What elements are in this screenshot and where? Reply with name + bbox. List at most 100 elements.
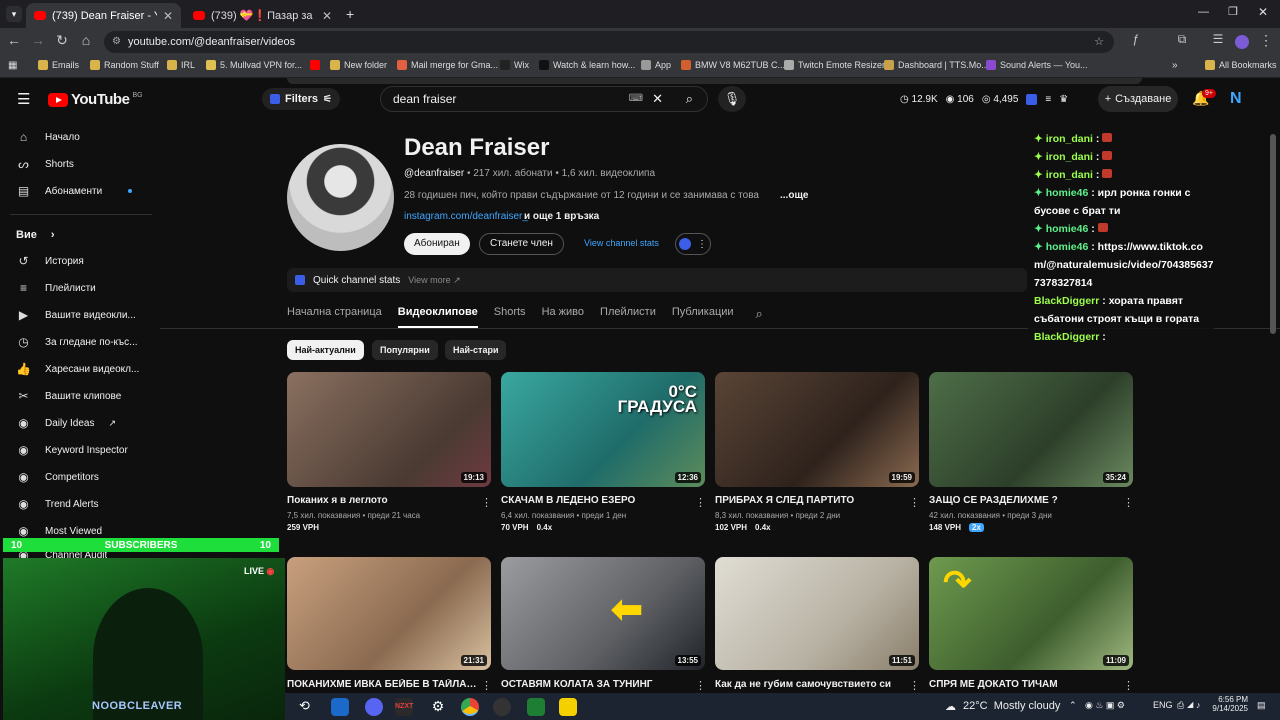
bookmark-item[interactable]: Dashboard | TTS.Mo... [884, 60, 989, 70]
browser-tab-active[interactable]: (739) Dean Fraiser - YouTube ✕ [26, 3, 181, 28]
trophy-icon[interactable]: ♛ [1059, 94, 1068, 105]
voice-search-icon[interactable]: 🎙 [718, 86, 746, 112]
subscribed-button[interactable]: Абониран [404, 233, 470, 255]
sidebar-item-subscriptions[interactable]: ▤ Абонаменти [16, 178, 152, 204]
bookmark-item[interactable]: Emails [38, 60, 79, 70]
video-thumbnail[interactable]: 19:59 [715, 372, 919, 487]
video-menu-icon[interactable]: ⋮ [481, 496, 492, 509]
video-thumbnail[interactable]: ↷ 11:09 [929, 557, 1133, 670]
all-bookmarks[interactable]: All Bookmarks [1205, 60, 1277, 70]
video-menu-icon[interactable]: ⋮ [909, 496, 920, 509]
url-bar[interactable]: ⚙ youtube.com/@deanfraiser/videos ☆ [104, 31, 1114, 53]
video-menu-icon[interactable]: ⋮ [1123, 496, 1134, 509]
video-title[interactable]: ЗАЩО СЕ РАЗДЕЛИХМЕ ? [929, 495, 1119, 506]
sidebar-item-watch-later[interactable]: ◷ За гледане по-къс... [16, 329, 152, 355]
weather-icon[interactable]: ☁ [945, 700, 956, 713]
weather-widget[interactable]: 22°C Mostly cloudy [963, 700, 1060, 712]
obs-icon[interactable] [493, 698, 511, 716]
video-card[interactable]: 0°C ГРАДУСА 12:36 СКАЧАМ В ЛЕДЕНО ЕЗЕРО … [501, 372, 705, 532]
bookmark-item[interactable]: BMW V8 M62TUB C... [681, 60, 785, 70]
notification-center-icon[interactable]: ▤ [1257, 700, 1266, 711]
tab-videos[interactable]: Видеоклипове [397, 306, 478, 328]
tray-overflow-icon[interactable]: ⌃ [1069, 700, 1077, 711]
video-menu-icon[interactable]: ⋮ [1123, 679, 1134, 692]
tab-playlists[interactable]: Плейлисти [600, 306, 656, 328]
clock[interactable]: 6:56 PM 9/14/2025 [1202, 695, 1248, 713]
bookmark-item[interactable]: App [641, 60, 671, 70]
video-thumbnail[interactable]: 0°C ГРАДУСА 12:36 [501, 372, 705, 487]
sidebar-item-history[interactable]: ↺ История [16, 248, 152, 274]
vidiq-channel-button[interactable]: ⋮ [675, 233, 711, 255]
keyboard-icon[interactable]: ⌨ [629, 87, 643, 111]
channel-avatar[interactable] [287, 144, 394, 251]
video-menu-icon[interactable]: ⋮ [695, 496, 706, 509]
sidebar-item-keyword-inspector[interactable]: ◉ Keyword Inspector [16, 437, 152, 463]
bookmark-item[interactable]: Random Stuff [90, 60, 159, 70]
sidebar-item-home[interactable]: ⌂ Начало [16, 124, 152, 150]
network-volume-icons[interactable]: ⎙ ◢ ♪ [1177, 700, 1201, 711]
channel-link[interactable]: instagram.com/deanfraiser_ [404, 211, 528, 222]
close-tab-icon[interactable]: ✕ [322, 9, 332, 23]
bookmark-item[interactable]: Twitch Emote Resizer [784, 60, 885, 70]
settings-gear-icon[interactable]: ⚙ [429, 698, 447, 716]
video-card[interactable]: 21:31 ПОКАНИХМЕ ИВКА БЕЙБЕ В ТАЙЛАНД [287, 557, 491, 690]
chrome-icon[interactable] [461, 698, 479, 716]
home-browser-icon[interactable]: ⌂ [76, 32, 96, 48]
video-title[interactable]: ПРИБРАХ Я СЛЕД ПАРТИТО [715, 495, 905, 506]
close-tab-icon[interactable]: ✕ [163, 9, 173, 23]
language-indicator[interactable]: ENG [1153, 700, 1173, 710]
bookmark-item[interactable]: New folder [330, 60, 387, 70]
view-channel-stats-link[interactable]: View channel stats [584, 238, 659, 248]
video-title[interactable]: СПРЯ МЕ ДОКАТО ТИЧАМ [929, 679, 1119, 690]
filters-button[interactable]: Filters ⚟ [262, 88, 340, 110]
video-thumbnail[interactable]: 35:24 [929, 372, 1133, 487]
view-more-link[interactable]: View more ↗ [408, 275, 460, 286]
sidebar-item-competitors[interactable]: ◉ Competitors [16, 464, 152, 490]
nzxt-icon[interactable]: NZXT [395, 698, 413, 716]
video-card[interactable]: 19:59 ПРИБРАХ Я СЛЕД ПАРТИТО 8,3 хил. по… [715, 372, 919, 532]
new-tab-icon[interactable]: + [346, 6, 354, 22]
quick-channel-stats[interactable]: Quick channel stats View more ↗ [287, 268, 1027, 292]
bookmark-item[interactable]: IRL [167, 60, 195, 70]
video-thumbnail[interactable]: 19:13 [287, 372, 491, 487]
bookmark-item[interactable]: Mail merge for Gma... [397, 60, 498, 70]
task-view-icon[interactable]: ⟲ [299, 698, 317, 716]
channel-search-icon[interactable]: ⌕ [756, 306, 763, 328]
join-button[interactable]: Станете член [479, 233, 564, 255]
sidebar-item-trend-alerts[interactable]: ◉ Trend Alerts [16, 491, 152, 517]
reload-icon[interactable]: ↻ [52, 32, 72, 49]
sticky-notes-icon[interactable] [559, 698, 577, 716]
reading-list-icon[interactable]: ☰ [1208, 32, 1228, 46]
sidebar-item-liked[interactable]: 👍 Харесани видеокл... [16, 356, 152, 382]
bookmark-item[interactable]: 5. Mullvad VPN for... [206, 60, 302, 70]
site-info-icon[interactable]: ⚙ [112, 31, 121, 53]
video-title[interactable]: СКАЧАМ В ЛЕДЕНО ЕЗЕРО [501, 495, 691, 506]
video-title[interactable]: Как да не губим самочувствието си [715, 679, 905, 690]
video-title[interactable]: ПОКАНИХМЕ ИВКА БЕЙБЕ В ТАЙЛАНД [287, 679, 477, 690]
bookmark-star-icon[interactable]: ☆ [1094, 31, 1104, 53]
sidebar-you-heading[interactable]: Вие › [16, 222, 152, 248]
more-bookmarks-icon[interactable]: » [1172, 60, 1178, 71]
video-card[interactable]: 19:13 Поканих я в леглото 7,5 хил. показ… [287, 372, 491, 532]
apps-grid-icon[interactable]: ▦ [8, 60, 17, 71]
sidebar-item-your-videos[interactable]: ▶ Вашите видеокли... [16, 302, 152, 328]
chip-popular[interactable]: Популярни [372, 340, 438, 360]
vidiq-icon[interactable] [1026, 94, 1038, 105]
video-card[interactable]: 35:24 ЗАЩО СЕ РАЗДЕЛИХМЕ ? 42 хил. показ… [929, 372, 1133, 532]
chip-latest[interactable]: Най-актуални [287, 340, 364, 360]
extension-icon[interactable]: ƒ [1126, 32, 1146, 46]
steam-icon[interactable] [331, 698, 349, 716]
more-links[interactable]: и още 1 връзка [524, 211, 599, 222]
tab-search-button[interactable]: ▾ [6, 6, 22, 22]
video-title[interactable]: Поканих я в леглото [287, 495, 477, 506]
tray-icons[interactable]: ◉ ♨ ▣ ⚙ [1085, 700, 1125, 711]
back-icon[interactable]: ← [4, 32, 24, 48]
video-thumbnail[interactable]: 11:51 [715, 557, 919, 670]
bookmark-item[interactable]: Watch & learn how... [539, 60, 635, 70]
close-window-icon[interactable]: ✕ [1258, 5, 1268, 19]
bookmark-item[interactable] [310, 60, 320, 70]
discord-icon[interactable] [365, 698, 383, 716]
hamburger-menu-icon[interactable]: ☰ [17, 90, 30, 108]
video-card[interactable]: 11:51 Как да не губим самочувствието си [715, 557, 919, 690]
browser-menu-icon[interactable]: ⋮ [1256, 32, 1276, 49]
